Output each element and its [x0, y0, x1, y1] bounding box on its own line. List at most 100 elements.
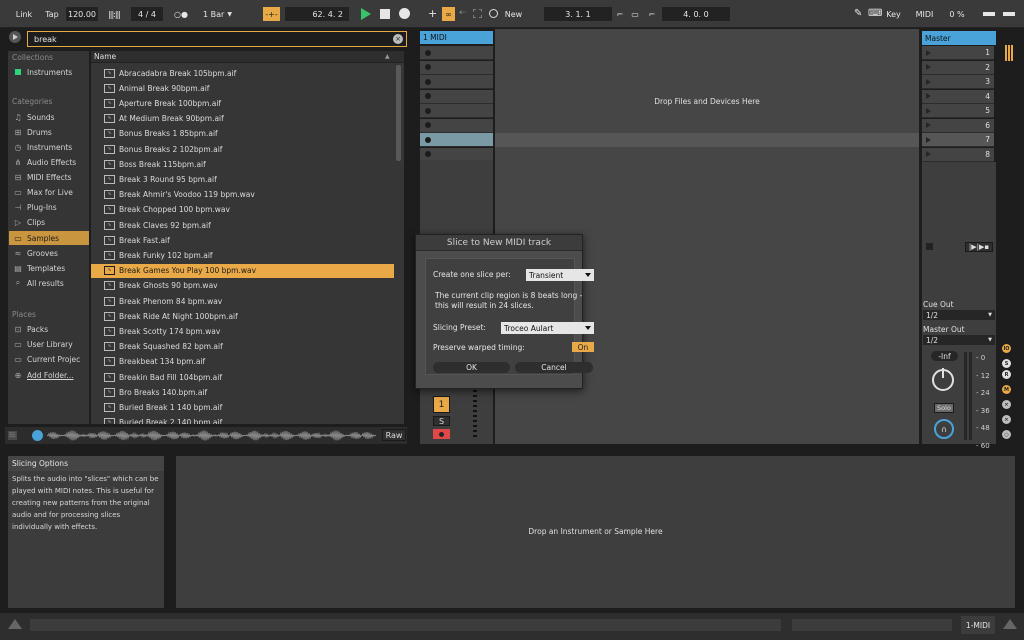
sidebar-item-user-library[interactable]: ▭ User Library [9, 337, 89, 351]
slice-per-dropdown[interactable]: Transient [526, 269, 594, 281]
back-to-arrangement-icon[interactable]: ⇠ [459, 8, 467, 18]
follow-toggle[interactable]: ○● [168, 7, 194, 21]
session-record-icon[interactable] [489, 9, 498, 18]
scene-launch-slot[interactable]: 1 [922, 46, 994, 60]
file-row[interactable]: ∿ Break Chopped 100 bpm.wav [91, 203, 394, 217]
file-row[interactable]: ∿ Buried Break 1 140 bpm.aif [91, 400, 394, 414]
sidebar-item-grooves[interactable]: ≈ Grooves [9, 246, 89, 260]
file-row[interactable]: ∿ Break Claves 92 bpm.aif [91, 218, 394, 232]
cue-out-dropdown[interactable]: 1/2 ▼ [923, 310, 995, 320]
solo-cue-button[interactable]: Solo [934, 403, 954, 413]
tempo-field[interactable]: 120.00 [66, 7, 98, 21]
stop-icon[interactable] [380, 9, 390, 19]
scene-launch-slot[interactable]: 6 [922, 118, 994, 133]
new-button[interactable]: New [501, 7, 526, 21]
ok-button[interactable]: OK [433, 362, 510, 373]
track-solo-button[interactable]: S [433, 416, 450, 426]
sidebar-item-all-results[interactable]: ⌕ All results [9, 276, 89, 290]
play-icon[interactable] [361, 8, 371, 20]
preview-headphones-icon[interactable] [32, 430, 43, 441]
file-row[interactable]: ∿ Animal Break 90bpm.aif [91, 81, 394, 95]
pan-knob[interactable] [932, 368, 954, 391]
cue-volume-headphones-icon[interactable]: ∩ [934, 419, 954, 439]
loop-switch-icon[interactable]: ▭ [628, 7, 642, 21]
sidebar-item-add-folder[interactable]: ⊕ Add Folder... [9, 368, 89, 382]
track-activator-button[interactable]: 1 [433, 396, 450, 413]
scene-launch-slot[interactable]: 4 [922, 89, 994, 104]
file-row[interactable]: ∿ Bro Breaks 140.bpm.aif [91, 385, 394, 399]
overdub-plus-icon[interactable]: + [428, 7, 437, 20]
file-row[interactable]: ∿ Break Phenom 84 bpm.wav [91, 294, 394, 308]
sends-toggle-icon[interactable]: S [1002, 359, 1011, 368]
sidebar-item-max-for-live[interactable]: ▭ Max for Live [9, 185, 89, 199]
clip-slot[interactable] [420, 118, 493, 133]
sidebar-item-clips[interactable]: ▷ Clips [9, 215, 89, 229]
time-signature-field[interactable]: 4 / 4 [131, 7, 163, 21]
file-row[interactable]: ∿ Aperture Break 100bpm.aif [91, 96, 394, 110]
groove-pool-icon[interactable]: ≋ [8, 430, 20, 442]
tap-tempo-button[interactable]: Tap [41, 7, 63, 21]
key-map-button[interactable]: Key [882, 7, 905, 21]
slicing-preset-dropdown[interactable]: Troceo Aulart [501, 322, 594, 334]
mixer-section-toggle-icon[interactable]: M [1002, 385, 1011, 394]
detail-toggle-icon[interactable] [1003, 619, 1017, 629]
file-row[interactable]: ∿ Break Games You Play 100 bpm.wav [91, 263, 394, 278]
crossfade-assign-icon[interactable]: |▶|▶▪ [965, 242, 993, 252]
metronome-bars-icon[interactable]: |||:||| [100, 7, 128, 21]
file-row[interactable]: ∿ Break Funky 102 bpm.aif [91, 248, 394, 262]
master-out-dropdown[interactable]: 1/2 ▼ [923, 335, 995, 345]
raw-toggle-button[interactable]: Raw [382, 429, 406, 441]
track-header-1-midi[interactable]: 1 MIDI [420, 31, 493, 44]
sidebar-item-collection-instruments[interactable]: Instruments [9, 65, 89, 79]
arm-record-button[interactable] [433, 429, 450, 439]
sidebar-item-packs[interactable]: ⊡ Packs [9, 322, 89, 336]
punch-in-icon[interactable]: ⌐ [614, 7, 626, 21]
info-toggle-icon[interactable] [8, 619, 22, 629]
device-view[interactable]: Drop an Instrument or Sample Here [176, 456, 1015, 608]
stop-all-clips-icon[interactable] [926, 243, 933, 250]
file-row[interactable]: ∿ Abracadabra Break 105bpm.aif [91, 66, 394, 80]
delay-toggle-icon[interactable]: × [1002, 400, 1011, 409]
sidebar-item-instruments[interactable]: ◷ Instruments [9, 140, 89, 154]
file-row[interactable]: ∿ Buried Break 2 140 bpm.aif [91, 416, 394, 424]
browser-search-input[interactable]: break [27, 31, 407, 47]
capture-icon[interactable] [473, 9, 482, 18]
scene-launch-slot[interactable]: 2 [922, 60, 994, 75]
file-row[interactable]: ∿ Bonus Breaks 2 102bpm.aif [91, 142, 394, 156]
clip-slot[interactable] [420, 89, 493, 104]
track-width-toggle-icon[interactable]: ○ [1002, 430, 1011, 439]
quantize-dropdown[interactable]: 1 Bar ▼ [199, 7, 236, 21]
io-toggle-icon[interactable]: IO [1002, 344, 1011, 353]
scene-launch-slot[interactable]: 3 [922, 75, 994, 89]
file-list-scrollbar[interactable] [396, 65, 401, 161]
name-column-header[interactable]: Name ▲ [91, 51, 404, 63]
file-row[interactable]: ∿ Breakbeat 134 bpm.aif [91, 355, 394, 369]
file-row[interactable]: ∿ Break Ahmir's Voodoo 119 bpm.wav [91, 188, 394, 202]
clip-slot[interactable] [420, 104, 493, 118]
song-position-field[interactable]: 62. 4. 2 [285, 7, 349, 21]
sidebar-item-samples[interactable]: ▭ Samples [9, 231, 89, 245]
record-icon[interactable] [399, 8, 410, 19]
midi-map-button[interactable]: MIDI [912, 7, 937, 21]
computer-keyboard-icon[interactable]: ⌨ [868, 8, 882, 19]
sidebar-item-audio-effects[interactable]: ⋔ Audio Effects [9, 155, 89, 169]
clear-search-icon[interactable]: × [393, 34, 403, 44]
sidebar-item-templates[interactable]: ▤ Templates [9, 261, 89, 275]
clip-slot[interactable] [420, 133, 493, 147]
draw-mode-icon[interactable]: ✎ [854, 8, 862, 19]
sidebar-item-plug-ins[interactable]: ⊣ Plug-Ins [9, 200, 89, 214]
loop-length-field[interactable]: 4. 0. 0 [662, 7, 730, 21]
file-row[interactable]: ∿ Break Squashed 82 bpm.aif [91, 340, 394, 354]
file-row[interactable]: ∿ Break 3 Round 95 bpm.aif [91, 172, 394, 186]
sidebar-item-midi-effects[interactable]: ⊟ MIDI Effects [9, 170, 89, 184]
clip-slot[interactable] [420, 60, 493, 75]
crossfader-toggle-icon[interactable]: × [1002, 415, 1011, 424]
sidebar-item-drums[interactable]: ⊞ Drums [9, 125, 89, 139]
scene-launch-slot[interactable]: 8 [922, 147, 994, 162]
master-volume-field[interactable]: -Inf [931, 351, 958, 361]
returns-toggle-icon[interactable]: R [1002, 370, 1011, 379]
sidebar-item-sounds[interactable]: ♫ Sounds [9, 110, 89, 124]
punch-out-icon[interactable]: ⌐ [645, 7, 659, 21]
file-row[interactable]: ∿ Break Ghosts 90 bpm.wav [91, 279, 394, 293]
file-row[interactable]: ∿ Break Scotty 174 bpm.wav [91, 324, 394, 338]
